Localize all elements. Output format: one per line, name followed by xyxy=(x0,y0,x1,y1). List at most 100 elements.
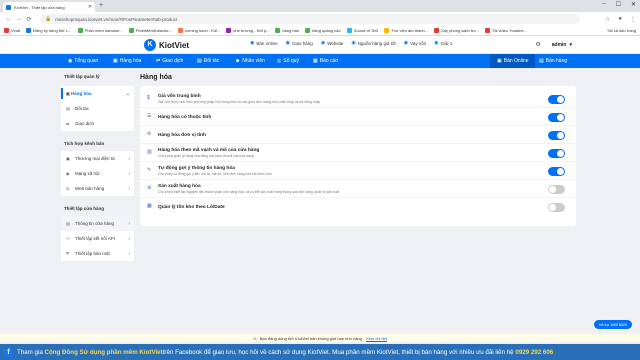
header-link-giai[interactable]: ◉ Giải 1 xyxy=(434,40,452,46)
chevron-right-icon: › xyxy=(128,250,130,257)
toggle-switch[interactable] xyxy=(548,149,565,158)
bookmark-item[interactable]: Xây phòng sạch trọ... xyxy=(434,28,479,33)
attribute-icon: ☰ xyxy=(147,113,152,119)
sidebar-item-hang-hoa[interactable]: ▣ Hàng hóa ⌄ xyxy=(61,86,134,101)
all-bookmarks-link[interactable]: Tất cả dấu trang xyxy=(607,28,636,33)
reload-icon[interactable]: ⟳ xyxy=(24,16,34,23)
nav-ban-online[interactable]: ▣ Bán Online xyxy=(490,54,536,68)
gift-icon: ◉ xyxy=(434,40,439,46)
setting-row: ⚙ Sản xuất hàng hóa Cho phép thiết lập N… xyxy=(140,180,576,198)
setting-title: Sản xuất hàng hóa xyxy=(158,184,201,189)
gear-icon[interactable]: ⚙ xyxy=(535,41,540,48)
sidebar-item-giao-dich[interactable]: ⇄ Giao dịch xyxy=(61,116,134,131)
maximize-icon[interactable]: ☐ xyxy=(616,1,621,8)
sidebar-item-tmdt[interactable]: ▣ Thương mại điện tử › xyxy=(61,151,134,166)
chevron-down-icon: ⌄ xyxy=(125,90,130,97)
app-header: K KiotViet ◉ Bán online ◉ Giao hàng ◉ Websi… xyxy=(0,36,640,54)
main-nav: ◉ Tổng quan ▣ Hàng hóa ⇄ Giao dịch ▤ Đối tác… xyxy=(0,54,640,68)
setting-title: Giá vốn trung bình xyxy=(158,94,201,99)
bookmark-icon xyxy=(384,28,390,33)
kiotviet-logo[interactable]: K KiotViet xyxy=(144,39,189,51)
browser-actions: ☆ ● ⋮ xyxy=(605,16,636,23)
url-input[interactable]: 🔒 minishopmquan.kiotviet.vn/man/#/PosPar… xyxy=(40,14,580,24)
toggle-switch[interactable] xyxy=(548,167,565,176)
shield-icon: ⛨ xyxy=(66,251,69,256)
toggle-switch[interactable] xyxy=(548,131,565,140)
community-banner[interactable]: f Tham gia Cộng Đồng Sử dụng phần mềm Ki… xyxy=(0,344,640,360)
setting-row: ✎ Tự động gợi ý thông tin hàng hóa Cho p… xyxy=(140,162,576,180)
nav-doi-tac[interactable]: ▤ Đối tác xyxy=(197,54,219,68)
user-menu[interactable]: ⚙ admin ▾ xyxy=(535,41,572,49)
bookmark-icon xyxy=(346,28,352,33)
header-link-nguon-hang[interactable]: ◉ Nguồn hàng giá tốt xyxy=(351,40,395,46)
sidebar-item-api[interactable]: ⚇ Thiết lập kết nối API › xyxy=(61,231,134,246)
toggle-switch[interactable] xyxy=(548,95,565,104)
money-icon: ◉ xyxy=(403,40,409,46)
partner-icon: ▤ xyxy=(66,106,70,111)
setting-desc: Cho phép thiết lập Nguyên liệu thành phầ… xyxy=(158,190,340,194)
sidebar-item-bao-mat[interactable]: ⛨ Thiết lập bảo mật › xyxy=(61,246,134,261)
kiotviet-favicon-icon xyxy=(6,4,11,10)
banner-prefix: Tham gia xyxy=(17,348,43,356)
bookmark-item[interactable]: coming soon - Kiế... xyxy=(178,28,220,33)
notice-link[interactable]: Xem chi tiết xyxy=(366,336,387,341)
back-icon[interactable]: ← xyxy=(4,16,14,22)
pos-icon: ▤ xyxy=(539,58,544,64)
bookmark-item[interactable]: Tải video Youtube... xyxy=(484,28,527,33)
close-tab-icon[interactable]: ✕ xyxy=(88,4,92,10)
toggle-switch[interactable] xyxy=(548,113,565,122)
nav-tong-quan[interactable]: ◉ Tổng quan xyxy=(68,54,98,68)
sidebar-item-doi-tac[interactable]: ▤ Đối tác xyxy=(61,101,134,116)
nav-hang-hoa[interactable]: ▣ Hàng hóa xyxy=(113,54,141,68)
setting-title: Hàng hóa đơn vị tính xyxy=(158,133,206,138)
profile-icon[interactable]: ● xyxy=(618,16,622,23)
bookmark-icon xyxy=(128,28,134,33)
header-link-website[interactable]: ◉ Website xyxy=(321,40,344,46)
sidebar-item-web[interactable]: ◎ Web bán hàng › xyxy=(61,181,134,196)
header-link-vay-von[interactable]: ◉ Vay vốn xyxy=(404,40,426,46)
address-bar: ← → ⟳ 🔒 minishopmquan.kiotviet.vn/man/#/… xyxy=(0,12,640,26)
username: admin xyxy=(551,41,567,48)
header-link-ban-online[interactable]: ◉ Bán online xyxy=(250,40,278,46)
toggle-switch[interactable] xyxy=(548,203,565,212)
url-text: minishopmquan.kiotviet.vn/man/#/PosParam… xyxy=(55,16,178,22)
cube-icon: ▣ xyxy=(66,91,70,96)
lot-icon: ▦ xyxy=(147,203,152,209)
banner-highlight: Cộng Đồng Sử dụng phần mềm KiotViet xyxy=(44,348,163,356)
bookmark-star-icon[interactable]: ☆ xyxy=(605,16,610,23)
sidebar-item-thong-tin[interactable]: ▤ Thông tin cửa hàng › xyxy=(61,216,134,231)
bookmark-item[interactable]: bảng báo xyxy=(275,28,299,33)
window-controls: – ☐ ✕ xyxy=(602,1,636,8)
sidebar-item-mxh[interactable]: ◉ Mạng xã hội › xyxy=(61,166,134,181)
setting-title: Quản lý tồn kho theo Lô/Date xyxy=(158,205,225,210)
bookmark-item[interactable]: Vinaf xyxy=(4,28,20,33)
bookmark-item[interactable]: PhanMemKaraoke... xyxy=(128,28,172,33)
bookmark-icon xyxy=(26,28,32,33)
setting-desc: Cho phép tự động gợi ý tên, mô tả, mã số… xyxy=(158,172,272,176)
nav-ban-hang[interactable]: ▤ Bán hàng xyxy=(532,54,574,68)
bookmark-icon xyxy=(178,28,184,33)
bookmark-item[interactable]: Phần mềm karaoke... xyxy=(77,28,123,33)
bookmark-item[interactable]: Thư viện âm thanh... xyxy=(384,28,428,33)
toggle-switch[interactable] xyxy=(548,185,565,194)
minimize-icon[interactable]: – xyxy=(602,1,605,8)
nav-nhan-vien[interactable]: ☻ Nhân viên xyxy=(235,54,265,68)
bookmark-item[interactable]: Sound of Text xyxy=(346,28,378,33)
nav-giao-dich[interactable]: ⇄ Giao dịch xyxy=(156,54,183,68)
truck-icon: ◉ xyxy=(285,40,291,46)
forward-icon[interactable]: → xyxy=(14,16,24,22)
close-window-icon[interactable]: ✕ xyxy=(631,1,636,8)
support-button[interactable]: Hỗ trợ 1900 6522 xyxy=(594,320,632,329)
bookmark-item[interactable]: Đăng ký dùng thử L... xyxy=(26,28,72,33)
nav-bao-cao[interactable]: ▦ Báo cáo xyxy=(313,54,338,68)
exchange-icon: ⇄ xyxy=(66,121,70,126)
menu-icon[interactable]: ⋮ xyxy=(630,16,636,23)
page-title: Hàng hóa xyxy=(140,74,172,81)
browser-tab[interactable]: KiotViet - Thiết lập cửa hàng ✕ xyxy=(3,2,95,12)
bookmark-item[interactable]: khe trương - Kết p... xyxy=(226,28,269,33)
nav-so-quy[interactable]: ◎ Sổ quỹ xyxy=(277,54,299,68)
new-tab-icon[interactable]: + xyxy=(99,2,103,10)
chevron-down-icon: ▾ xyxy=(569,41,572,48)
header-link-giao-hang[interactable]: ◉ Giao hàng xyxy=(286,40,313,46)
bookmark-item[interactable]: bảng quảng cáo xyxy=(305,28,341,33)
